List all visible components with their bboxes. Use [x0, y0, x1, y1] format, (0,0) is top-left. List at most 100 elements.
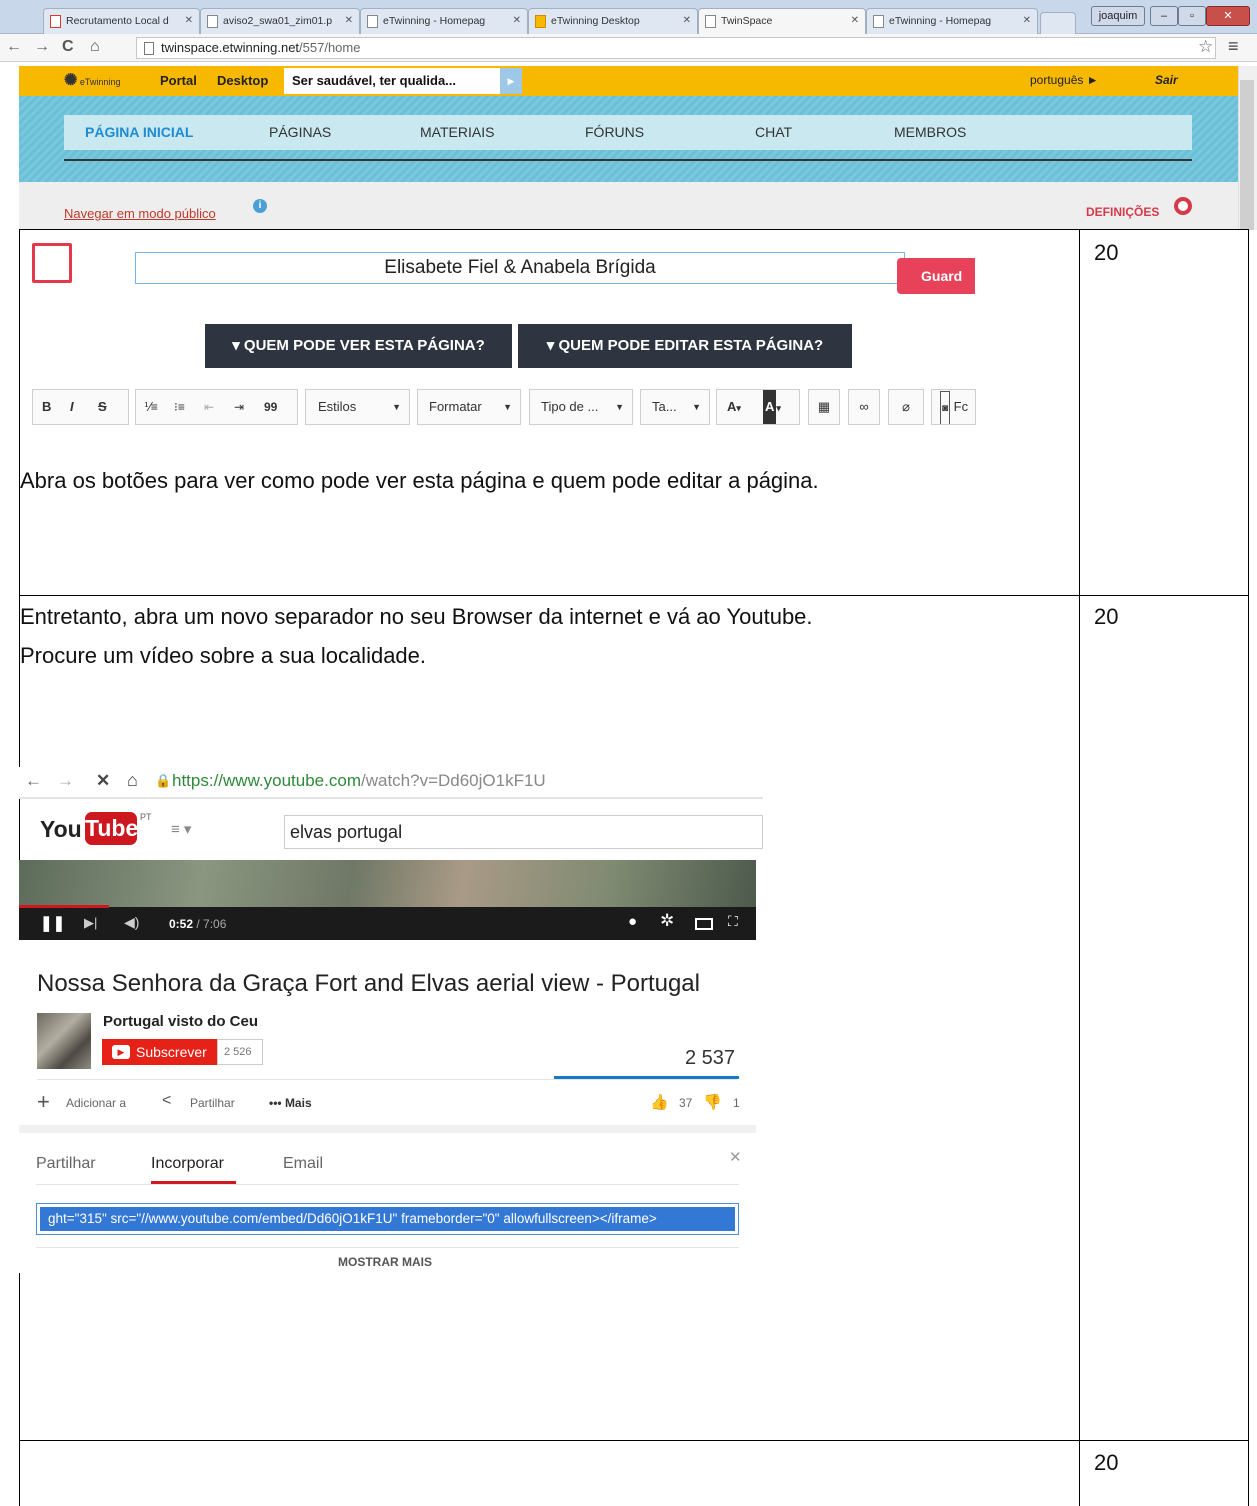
show-more-button[interactable]: MOSTRAR MAIS	[338, 1255, 432, 1269]
video-info-panel	[19, 940, 756, 1125]
instruction-text: Abra os botões para ver como pode ver es…	[20, 468, 819, 493]
close-icon[interactable]: ✕	[345, 15, 353, 26]
video-progress[interactable]	[19, 905, 109, 908]
close-icon[interactable]: ✕	[683, 15, 691, 26]
maximize-button[interactable]: ▫	[1178, 6, 1206, 26]
italic-button[interactable]: I	[70, 390, 98, 424]
search-go-button[interactable]: ▶	[500, 68, 522, 94]
who-can-edit-button[interactable]: ▾ QUEM PODE EDITAR ESTA PÁGINA?	[518, 324, 852, 368]
dislike-icon[interactable]: 👎	[703, 1093, 722, 1111]
background-color-button[interactable]: A ▾	[763, 390, 781, 425]
language-selector[interactable]: português ►	[1030, 73, 1099, 87]
nav-materials[interactable]: MATERIAIS	[420, 124, 494, 140]
home-icon[interactable]: ⌂	[90, 38, 100, 56]
channel-name[interactable]: Portugal visto do Ceu	[103, 1013, 258, 1030]
nav-forums[interactable]: FÓRUNS	[585, 124, 644, 140]
who-can-view-button[interactable]: ▾ QUEM PODE VER ESTA PÁGINA?	[205, 324, 512, 368]
styles-dropdown[interactable]: Estilos ▼	[305, 389, 410, 425]
youtube-logo[interactable]: You	[40, 816, 82, 843]
volume-icon[interactable]: ◀)	[124, 914, 139, 931]
scrollbar-thumb[interactable]	[1240, 80, 1254, 230]
logout-link[interactable]: Sair	[1155, 73, 1178, 87]
browser-tab[interactable]: eTwinning - Homepag ✕	[360, 8, 528, 34]
browser-tab[interactable]: Recrutamento Local d ✕	[43, 8, 200, 34]
attachment-icon[interactable]: ⌀	[888, 389, 924, 425]
size-dropdown[interactable]: Ta... ▼	[640, 389, 710, 425]
add-icon[interactable]: +	[37, 1089, 50, 1115]
back-icon[interactable]: ←	[6, 38, 22, 56]
bullet-list-icon[interactable]: ⁝≡	[174, 390, 204, 424]
url-field[interactable]: twinspace.etwinning.net/557/home	[136, 37, 1216, 59]
next-icon[interactable]: ▶|	[84, 915, 97, 931]
numbered-list-icon[interactable]: ⅟≡	[144, 390, 174, 424]
close-window-button[interactable]: ✕	[1206, 6, 1250, 26]
embed-code-field[interactable]: ght="315" src="//www.youtube.com/embed/D…	[36, 1203, 739, 1235]
tab-share[interactable]: Partilhar	[36, 1155, 96, 1173]
stop-icon[interactable]: ✕	[96, 771, 110, 791]
share-icon[interactable]: <	[162, 1092, 171, 1110]
like-icon[interactable]: 👍	[650, 1093, 669, 1111]
guide-menu-icon[interactable]: ≡ ▾	[171, 820, 191, 838]
close-icon[interactable]: ✕	[513, 15, 521, 26]
browser-tab[interactable]: aviso2_swa01_zim01.p ✕	[200, 8, 360, 34]
dislike-count: 1	[733, 1096, 740, 1110]
close-icon[interactable]: ✕	[185, 15, 193, 26]
tab-email[interactable]: Email	[283, 1155, 323, 1173]
table-icon[interactable]: ▦	[808, 389, 840, 425]
subscribe-button[interactable]: ▶ Subscrever	[102, 1039, 217, 1065]
gear-icon[interactable]	[1174, 197, 1192, 215]
browser-tab[interactable]: eTwinning Desktop ✕	[528, 8, 698, 34]
youtube-search-input[interactable]: elvas portugal	[284, 815, 763, 849]
menu-icon[interactable]: ≡	[1228, 36, 1239, 57]
youtube-logo-tube[interactable]: Tube	[85, 812, 138, 845]
channel-avatar[interactable]	[37, 1013, 91, 1069]
desktop-link[interactable]: Desktop	[217, 73, 268, 88]
home-icon[interactable]: ⌂	[127, 770, 138, 791]
blockquote-icon[interactable]: 99	[264, 390, 277, 424]
form-button[interactable]: ◙ Fc	[931, 389, 976, 425]
more-button[interactable]: ••• Mais	[269, 1096, 312, 1110]
forward-icon[interactable]: →	[34, 38, 50, 56]
watch-later-icon[interactable]: ●	[628, 913, 637, 930]
youtube-url[interactable]: https://www.youtube.com/watch?v=Dd60jO1k…	[172, 771, 546, 791]
close-icon[interactable]: ✕	[851, 15, 859, 26]
outdent-icon[interactable]: ⇤	[204, 390, 234, 424]
nav-home[interactable]: PÁGINA INICIAL	[85, 124, 193, 140]
new-tab-button[interactable]	[1040, 12, 1076, 34]
tab-embed[interactable]: Incorporar	[151, 1155, 224, 1173]
pause-icon[interactable]: ❚❚	[40, 914, 65, 932]
format-dropdown[interactable]: Formatar ▼	[417, 389, 521, 425]
etwinning-logo[interactable]: ✺ eTwinning	[64, 70, 120, 90]
minimize-button[interactable]: –	[1150, 6, 1178, 26]
link-icon[interactable]: ∞	[848, 389, 880, 425]
browser-tab-active[interactable]: TwinSpace ✕	[698, 8, 866, 34]
font-type-dropdown[interactable]: Tipo de ... ▼	[529, 389, 633, 425]
browser-tab[interactable]: eTwinning - Homepag ✕	[866, 8, 1038, 34]
bold-button[interactable]: B	[42, 390, 70, 424]
close-icon[interactable]: ✕	[1023, 15, 1031, 26]
add-to-button[interactable]: Adicionar a	[66, 1096, 126, 1110]
back-icon[interactable]: ←	[25, 771, 42, 791]
share-button[interactable]: Partilhar	[190, 1096, 235, 1110]
gear-icon[interactable]: ✲	[660, 911, 674, 931]
strike-button[interactable]: S	[98, 390, 107, 424]
info-icon[interactable]: i	[253, 199, 267, 213]
close-icon[interactable]: ✕	[729, 1148, 742, 1166]
save-button[interactable]: Guard	[897, 258, 975, 294]
nav-members[interactable]: MEMBROS	[894, 124, 966, 140]
fullscreen-icon[interactable]: ⛶	[728, 913, 738, 930]
nav-pages[interactable]: PÁGINAS	[269, 124, 331, 140]
public-mode-link[interactable]: Navegar em modo público	[64, 206, 216, 221]
settings-link[interactable]: DEFINIÇÕES	[1086, 205, 1159, 219]
forward-icon[interactable]: →	[57, 771, 74, 791]
etwinning-search-input[interactable]: Ser saudável, ter qualida...	[284, 68, 500, 94]
bookmark-star-icon[interactable]: ☆	[1198, 37, 1213, 57]
portal-link[interactable]: Portal	[160, 73, 197, 88]
nav-chat[interactable]: CHAT	[755, 124, 792, 140]
reload-icon[interactable]: C	[62, 38, 74, 56]
font-color-button[interactable]: A▾	[727, 390, 763, 425]
theater-mode-icon[interactable]	[695, 918, 713, 930]
page-title-input[interactable]: Elisabete Fiel & Anabela Brígida	[135, 252, 905, 284]
video-player[interactable]	[19, 860, 756, 908]
indent-icon[interactable]: ⇥	[234, 390, 264, 424]
